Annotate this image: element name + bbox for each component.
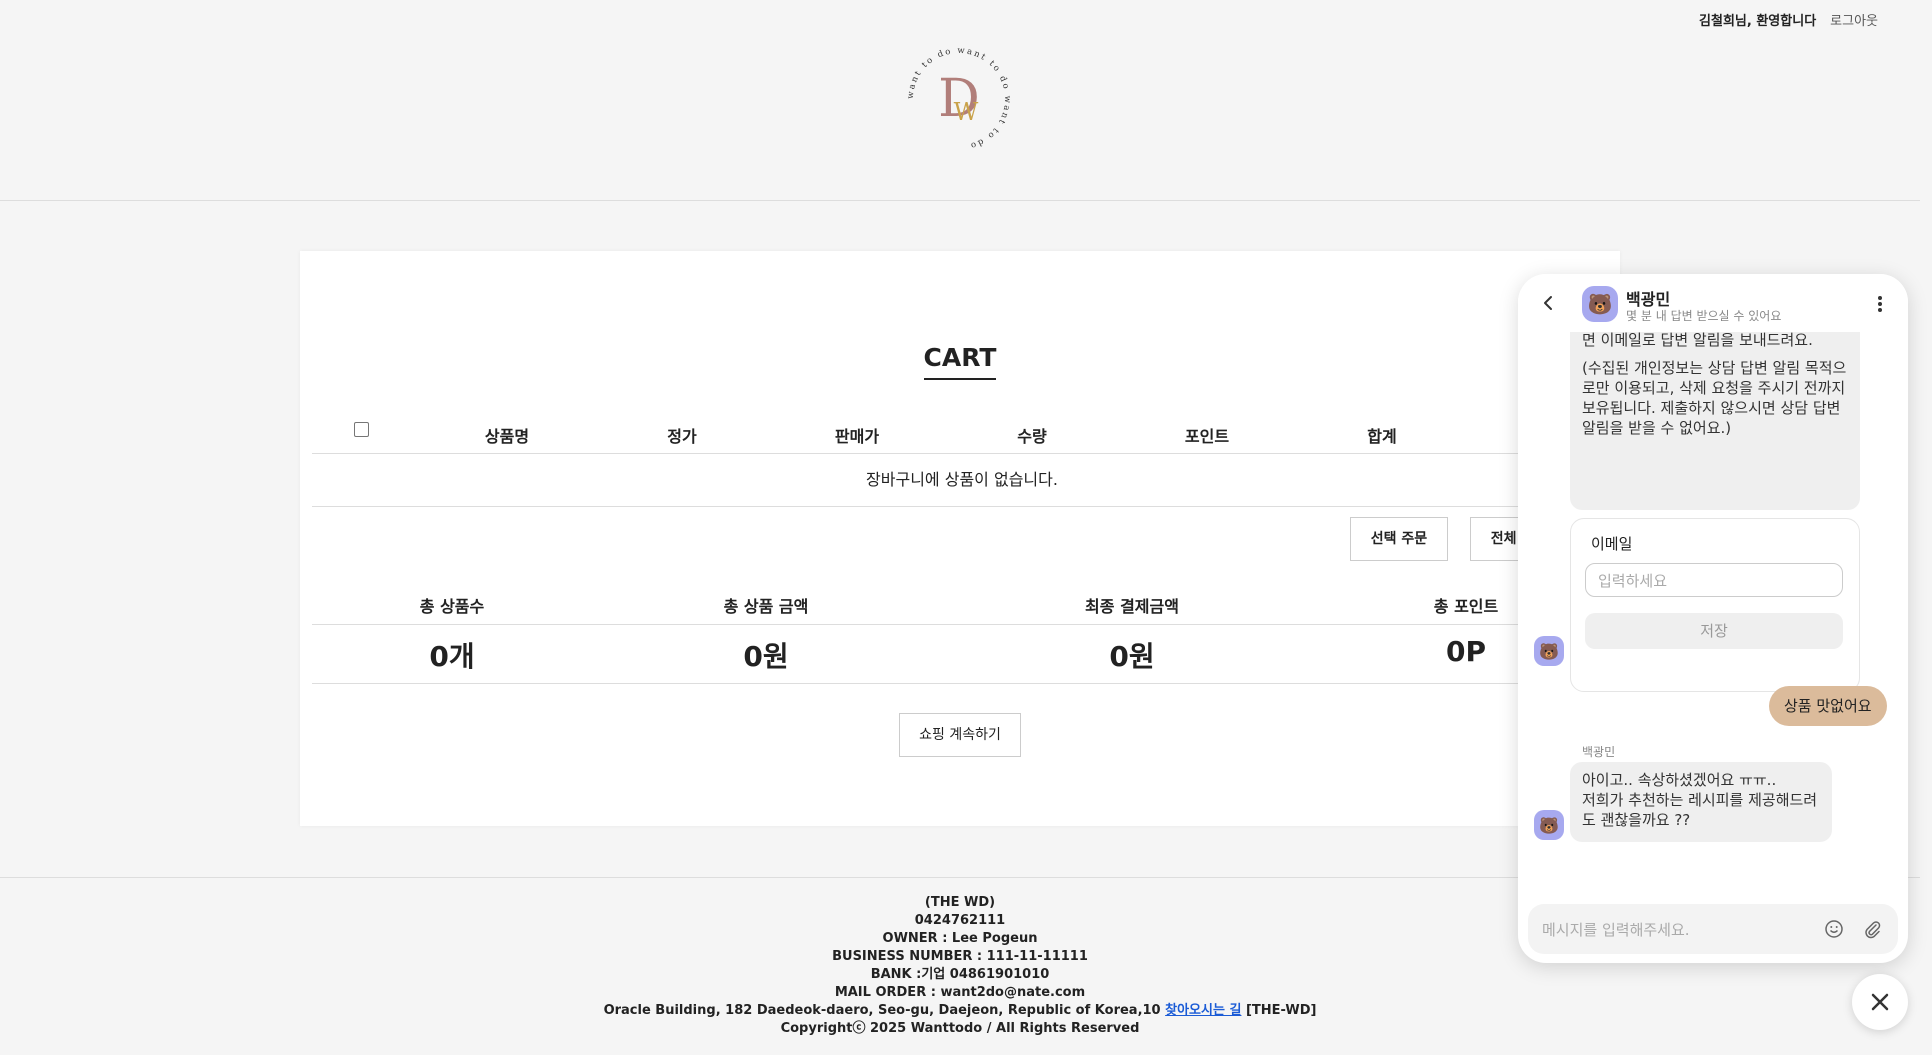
summary-total-points-label: 총 포인트 [1433,597,1499,616]
summary-final-amount-label: 최종 결제금액 [1085,597,1179,616]
chat-widget: 연락처를 남겨주세요. 오프라인 상태가 되면 이메일로 답변 알림을 보내드려… [1518,274,1908,963]
agent-message-text: 저희가 추천하는 레시피를 제공해드려도 괜찮을까요 ?? [1582,791,1818,829]
summary-total-amount: 0원 [743,640,789,673]
agent-message-text: (수집된 개인정보는 상담 답변 알림 목적으로만 이용되고, 삭제 요청을 주… [1582,359,1847,437]
summary-total-points: 0P [1445,635,1487,668]
message-input[interactable]: 메시지를 입력해주세요. [1528,904,1898,954]
col-total: 합계 [1367,427,1397,446]
agent-avatar: 🐻 [1582,286,1618,322]
directions-link[interactable]: 찾아오시는 길 [1165,1003,1241,1018]
close-chat-button[interactable] [1852,974,1908,1030]
more-options-icon[interactable] [1876,294,1884,314]
site-logo[interactable]: want to do want to do want to do D W [904,44,1014,154]
agent-avatar-small: 🐻 [1534,636,1564,666]
page-title: CART [300,343,1620,380]
summary-values: 0개 0원 0원 0P [312,625,1612,684]
summary-total-count-label: 총 상품수 [419,597,485,616]
col-quantity: 수량 [1017,427,1047,446]
cart-card: CART 상품명 정가 판매가 수량 포인트 합계 장바구니에 상품이 없습니다… [300,251,1620,826]
agent-message-text: 아이고.. 속상하셨겠어요 ㅠㅠ.. [1582,771,1777,789]
col-sale-price: 판매가 [834,427,880,446]
back-icon[interactable] [1538,292,1560,314]
select-all-checkbox[interactable] [354,422,369,437]
message-input-placeholder: 메시지를 입력해주세요. [1542,921,1690,939]
welcome-text: 김철희님, 환영합니다 [1699,14,1817,29]
summary-total-count: 0개 [429,640,475,673]
agent-avatar-small: 🐻 [1534,810,1564,840]
footer-bank: BANK :기업 04861901010 [870,967,1050,982]
user-message-bubble: 상품 맛없어요 [1769,686,1887,726]
empty-cart-message: 장바구니에 상품이 없습니다. [312,454,1612,507]
agent-message-bubble: 아이고.. 속상하셨겠어요 ㅠㅠ.. 저희가 추천하는 레시피를 제공해드려도 … [1570,762,1832,842]
summary-final-amount: 0원 [1109,640,1155,673]
col-list-price: 정가 [667,427,697,446]
footer-address-line: Oracle Building, 182 Daedeok-daero, Seo-… [0,1002,1920,1020]
continue-shopping-button[interactable]: 쇼핑 계속하기 [899,713,1021,757]
cart-table-header: 상품명 정가 판매가 수량 포인트 합계 [312,411,1612,454]
logout-link[interactable]: 로그아웃 [1830,10,1878,29]
summary-header: 총 상품수 총 상품 금액 최종 결제금액 총 포인트 [312,591,1612,625]
svg-text:W: W [954,98,979,126]
col-points: 포인트 [1184,427,1230,446]
email-input[interactable]: 입력하세요 [1585,563,1843,597]
chat-header: 🐻 백광민 몇 분 내 답변 받으실 수 있어요 [1518,274,1908,332]
footer-mail-order: MAIL ORDER : want2do@nate.com [834,985,1086,1000]
email-form-card: 이메일 입력하세요 저장 [1570,518,1860,692]
email-label: 이메일 [1591,535,1633,553]
summary-total-amount-label: 총 상품 금액 [723,597,809,616]
order-selected-button[interactable]: 선택 주문 [1350,517,1448,561]
emoji-icon[interactable] [1824,919,1844,939]
footer-copyright: Copyrightⓒ 2025 Wanttodo / All Rights Re… [780,1021,1140,1036]
attachment-icon[interactable] [1862,919,1882,939]
col-product-name: 상품명 [484,427,530,446]
site-header: 김철희님, 환영합니다 로그아웃 want to do want to do w… [0,0,1920,201]
agent-message-bubble: 연락처를 남겨주세요. 오프라인 상태가 되면 이메일로 답변 알림을 보내드려… [1570,310,1860,510]
agent-status: 몇 분 내 답변 받으실 수 있어요 [1626,309,1782,323]
footer-address: Oracle Building, 182 Daedeok-daero, Seo-… [603,1003,1161,1018]
agent-name-small: 백광민 [1582,745,1616,759]
save-button[interactable]: 저장 [1585,613,1843,649]
top-nav: 김철희님, 환영합니다 로그아웃 [1699,10,1878,29]
footer-address-suffix: [THE-WD] [1245,1003,1317,1018]
